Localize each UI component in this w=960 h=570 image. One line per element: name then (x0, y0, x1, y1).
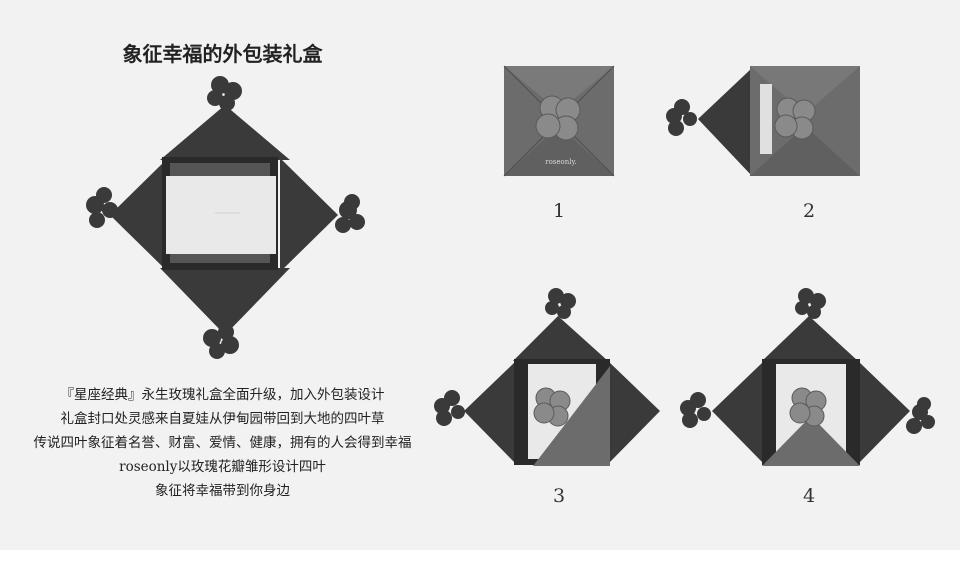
description-line: 『星座经典』永生玫瑰礼盒全面升级，加入外包装设计 (60, 387, 385, 403)
step-4-bottom-flap-closed (680, 288, 935, 466)
description-line: 礼盒封口处灵感来自夏娃从伊甸园带回到大地的四叶草 (60, 411, 385, 427)
step-number: 2 (802, 200, 816, 222)
flap-left (712, 361, 764, 464)
open-gift-box-illustration (86, 76, 365, 359)
step-number: 4 (802, 485, 816, 507)
page-title: 象征幸福的外包装礼盒 (122, 42, 323, 66)
bottom-strip (0, 550, 960, 570)
clover-icon (666, 99, 697, 136)
flap-left (698, 68, 752, 176)
flap-right (280, 158, 338, 272)
flap-left (464, 361, 516, 464)
clover-icon (434, 390, 465, 426)
step-number: 3 (552, 485, 566, 507)
inner-card (166, 176, 276, 254)
step-1-closed-box: roseonly. (503, 65, 615, 177)
clover-icon (680, 392, 711, 428)
flap-top (513, 316, 608, 361)
description-text: 『星座经典』永生玫瑰礼盒全面升级，加入外包装设计 礼盒封口处灵感来自夏娃从伊甸园… (5, 383, 440, 503)
flap-right (608, 361, 660, 464)
clover-icon (207, 76, 242, 111)
clover-icon (335, 194, 365, 233)
step-3-three-flaps-open (434, 288, 660, 466)
flap-right (858, 361, 910, 464)
clover-seal-icon (789, 387, 827, 427)
gift-box-page: 象征幸福的外包装礼盒 『星座经典』永生玫瑰礼盒全面升级，加入外包装设计 礼盒封口… (0, 0, 960, 550)
box-brand-label: roseonly. (545, 158, 577, 166)
step-number: 1 (552, 200, 566, 222)
description-line: 象征将幸福带到你身边 (155, 483, 290, 499)
clover-icon (795, 288, 826, 319)
clover-icon (203, 324, 239, 359)
clover-icon (86, 187, 118, 228)
flap-top (160, 105, 290, 160)
clover-icon (906, 397, 935, 434)
clover-icon (545, 288, 576, 319)
description-line: 传说四叶象征着名誉、财富、爱情、健康，拥有的人会得到幸福 (33, 435, 412, 451)
flap-left (110, 158, 168, 272)
clover-seal-icon (535, 95, 581, 141)
description-line: roseonly以玫瑰花瓣雏形设计四叶 (119, 459, 326, 475)
flap-top (762, 316, 858, 361)
clover-seal-icon (533, 387, 571, 427)
step-2-left-flap-open (666, 66, 860, 176)
